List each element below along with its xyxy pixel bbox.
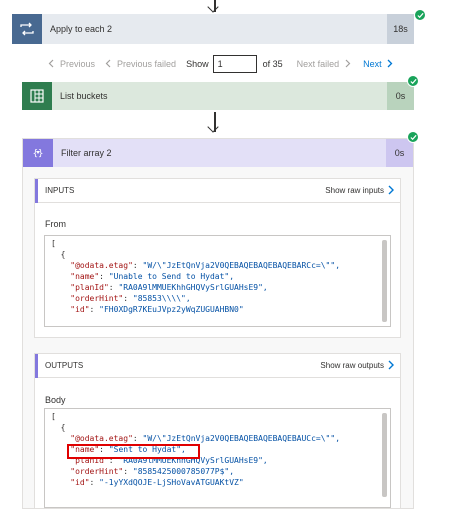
outputs-header: OUTPUTS Show raw outputs [35,354,400,378]
apply-to-each-duration: 18s [387,14,414,44]
chevron-left-icon[interactable] [48,59,54,70]
chevron-right-icon[interactable] [387,59,393,70]
show-raw-outputs-link[interactable]: Show raw outputs [320,360,400,372]
code-line: "orderHint": "85853\\\\", [70,294,191,303]
connector-arrow-top [207,0,223,14]
code-line: "name": "Unable to Send to Hydat", [70,272,235,281]
inputs-scrollbar[interactable] [382,240,387,322]
apply-to-each-card: Apply to each 2 18s [12,14,414,44]
list-buckets-header[interactable]: List buckets 0s [22,82,414,110]
chevron-right-icon[interactable] [345,59,351,70]
show-raw-inputs-label: Show raw inputs [325,186,384,195]
chevron-right-icon [388,185,394,197]
next-failed-button[interactable]: Next failed [297,59,340,69]
code-line: "id": "-1yYXdQOJE-LjSHoVavATGUAKtVZ" [70,478,244,487]
filter-array-duration: 0s [386,139,413,167]
code-line: "@odata.etag": "W/\"JzEtQnVja2V0QEBAQEBA… [70,261,341,270]
code-line: "planId": "RA0A9lMMUEKhhGHQVySrlGUAHsE9"… [70,283,268,292]
next-button[interactable]: Next [363,59,382,69]
inputs-json-viewer[interactable]: [ { "@odata.etag": "W/\"JzEtQnVja2V0QEBA… [44,235,391,327]
inputs-title: INPUTS [45,186,75,195]
body-label: Body [45,395,66,405]
previous-button[interactable]: Previous [60,59,95,69]
show-raw-inputs-link[interactable]: Show raw inputs [325,185,400,197]
loop-icon [12,14,42,44]
outputs-json-viewer[interactable]: [ { "@odata.etag": "W/\"JzEtQnVja2V0QEBA… [44,408,391,508]
code-line: "id": "FH0XDgR7KEuJVpz2yWqZUGUAHBN0" [70,305,244,314]
code-line: "@odata.etag": "W/\"JzEtQnVja2V0QEBAQEBA… [70,434,341,443]
page-total: of 35 [262,59,283,69]
connector-arrow [207,112,223,134]
code-line: { [51,250,66,259]
filter-array-title: Filter array 2 [61,148,112,158]
apply-to-each-header[interactable]: Apply to each 2 18s [12,14,414,44]
list-buckets-card: List buckets 0s [22,82,414,110]
show-label: Show [186,59,209,69]
from-label: From [45,219,66,229]
chevron-left-icon[interactable] [105,59,111,70]
outputs-title: OUTPUTS [45,361,84,370]
code-line: [ [51,412,56,421]
grid-icon [22,82,52,110]
previous-failed-button[interactable]: Previous failed [117,59,176,69]
checkmark-icon [407,75,419,87]
checkmark-icon [407,131,419,143]
filter-icon: {} [23,139,53,167]
checkmark-icon [414,9,426,21]
page-number-input[interactable]: 1 [212,55,257,73]
code-line: { [51,423,66,432]
list-buckets-title: List buckets [60,91,108,101]
outputs-section: OUTPUTS Show raw outputs Body [ { "@odat… [34,353,401,509]
iteration-pager: Previous Previous failed Show 1 of 35 Ne… [48,54,393,74]
inputs-header: INPUTS Show raw inputs [35,179,400,203]
code-line: "orderHint": "8585425000785077P$", [70,467,235,476]
outputs-scrollbar[interactable] [382,413,387,497]
apply-to-each-title: Apply to each 2 [50,24,113,34]
code-line: [ [51,239,56,248]
chevron-right-icon [388,360,394,372]
inputs-section: INPUTS Show raw inputs From [ { "@odata.… [34,178,401,338]
name-highlight-box [67,444,200,459]
show-raw-outputs-label: Show raw outputs [320,361,384,370]
filter-array-header[interactable]: {} Filter array 2 0s [23,139,413,167]
